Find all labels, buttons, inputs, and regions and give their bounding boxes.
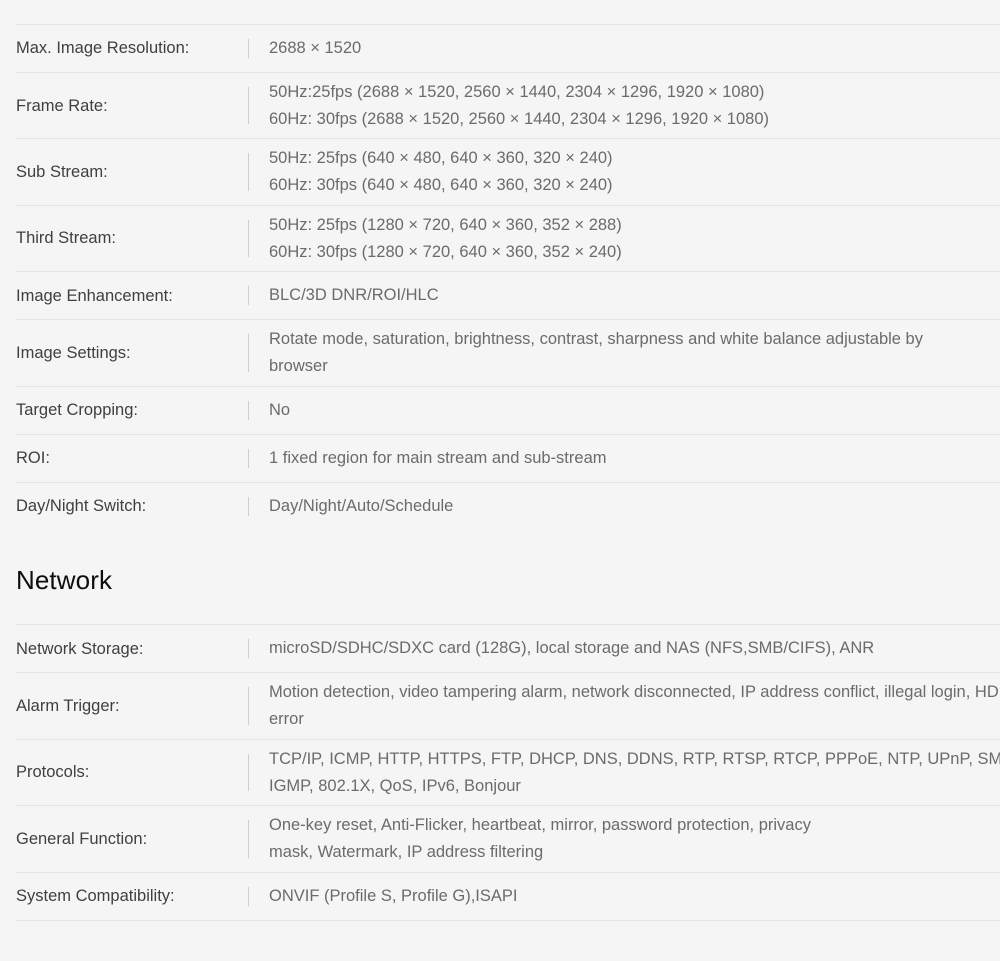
table-row: Network Storage: microSD/SDHC/SDXC card … [16,624,1000,672]
spec-section-image: Max. Image Resolution: 2688 × 1520 Frame… [0,24,1000,530]
specification-page: Max. Image Resolution: 2688 × 1520 Frame… [0,0,1000,961]
spec-section-network: Network Storage: microSD/SDHC/SDXC card … [0,624,1000,921]
table-row: Frame Rate: 50Hz:25fps (2688 × 1520, 256… [16,72,1000,138]
spec-value: No [269,400,291,419]
spec-value: TCP/IP, ICMP, HTTP, HTTPS, FTP, DHCP, DN… [269,749,1000,795]
spec-label: Image Settings: [16,343,131,362]
spec-label: Alarm Trigger: [16,696,120,715]
spec-label: Max. Image Resolution: [16,39,190,58]
spec-value: ONVIF (Profile S, Profile G),ISAPI [269,886,518,905]
table-row: Day/Night Switch: Day/Night/Auto/Schedul… [16,481,1000,530]
spec-label: ROI: [16,449,50,468]
table-row: Target Cropping: No [16,385,1000,434]
spec-label: Target Cropping: [16,401,138,420]
table-row: Protocols: TCP/IP, ICMP, HTTP, HTTPS, FT… [16,738,1000,805]
table-row: Image Settings: Rotate mode, saturation,… [16,319,1000,385]
section-heading-network: Network [16,564,113,595]
table-row: Sub Stream: 50Hz: 25fps (640 × 480, 640 … [16,138,1000,204]
table-row: Third Stream: 50Hz: 25fps (1280 × 720, 6… [16,204,1000,271]
spec-value: Day/Night/Auto/Schedule [269,496,454,515]
spec-value: 1 fixed region for main stream and sub-s… [269,448,607,467]
spec-label: Frame Rate: [16,96,108,115]
spec-value: One-key reset, Anti-Flicker, heartbeat, … [269,816,811,861]
specification-document: Max. Image Resolution: 2688 × 1520 Frame… [0,0,1000,922]
table-row: ROI: 1 fixed region for main stream and … [16,433,1000,482]
table-bottom-divider [16,919,1000,922]
spec-value: Motion detection, video tampering alarm,… [269,683,1000,729]
spec-value: Rotate mode, saturation, brightness, con… [269,330,923,376]
table-row: Alarm Trigger: Motion detection, video t… [16,672,1000,738]
spec-value: 2688 × 1520 [269,39,362,58]
spec-label: Third Stream: [16,229,116,248]
table-row: Max. Image Resolution: 2688 × 1520 [16,24,1000,72]
table-row: General Function: One-key reset, Anti-Fl… [16,805,1000,871]
spec-label: System Compatibility: [16,887,175,906]
table-row: Image Enhancement: BLC/3D DNR/ROI/HLC [16,271,1000,319]
spec-label: General Function: [16,829,148,848]
table-row: System Compatibility: ONVIF (Profile S, … [16,871,1000,920]
spec-label: Protocols: [16,763,90,782]
spec-label: Day/Night Switch: [16,497,147,516]
spec-value: BLC/3D DNR/ROI/HLC [269,286,439,305]
spec-value: 50Hz: 25fps (640 × 480, 640 × 360, 320 ×… [269,149,613,195]
spec-value: microSD/SDHC/SDXC card (128G), local sto… [269,639,875,658]
spec-value: 50Hz:25fps (2688 × 1520, 2560 × 1440, 23… [269,83,769,128]
spec-value: 50Hz: 25fps (1280 × 720, 640 × 360, 352 … [269,215,622,261]
spec-label: Sub Stream: [16,163,108,182]
spec-label: Network Storage: [16,639,144,658]
spec-label: Image Enhancement: [16,286,173,305]
